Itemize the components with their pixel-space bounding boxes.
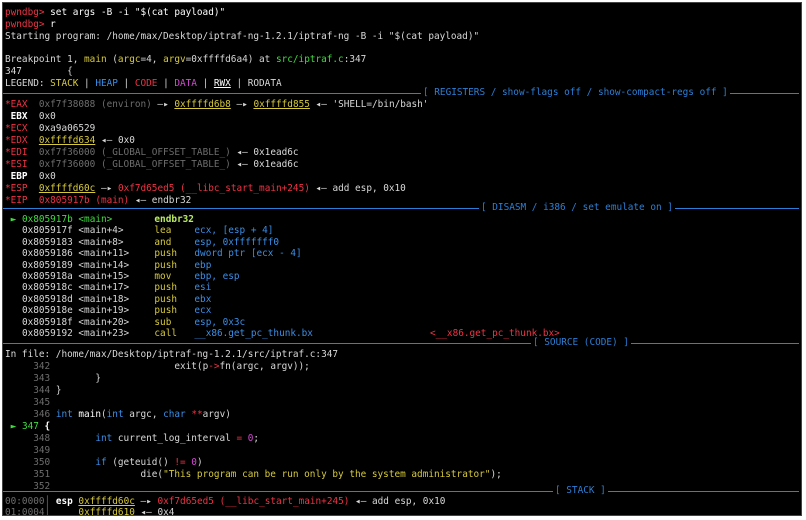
source-line-preview: 347 { (5, 66, 73, 77)
starting-program-line: Starting program: /home/max/Desktop/iptr… (5, 31, 480, 42)
registers-header: [ REGISTERS / show-flags off / show-comp… (3, 87, 799, 99)
disasm-gutter (5, 225, 22, 236)
disasm-row: ► 0x805917b <main> endbr32 (5, 214, 194, 226)
disasm-gutter (5, 248, 22, 259)
disasm-row: 0x805918d <main+18> push ebx (5, 294, 211, 306)
register-eax: *EAX 0xf7f38088 (environ) —▸ 0xffffd6b8 … (5, 99, 429, 110)
disasm-symbol: <main+11> (78, 248, 130, 260)
source-line-351: 351 die("This program can be run only by… (33, 469, 502, 480)
register-edx: *EDX 0xffffd634 ◂— 0x0 (5, 135, 135, 146)
disasm-symbol: <main+19> (78, 305, 130, 317)
disasm-address: 0x805917b (21, 214, 73, 225)
disasm-symbol: <main+14> (78, 259, 130, 271)
disasm-operands: esp, 0x3c (194, 316, 246, 328)
disasm-row: 0x805917f <main+4> lea ecx, [esp + 4] (5, 225, 274, 237)
disasm-mnemonic: sub (154, 316, 172, 328)
disasm-gutter (5, 294, 22, 305)
register-ebp: EBP 0x0 (5, 171, 56, 182)
disasm-row: 0x805918f <main+20> sub esp, 0x3c (5, 317, 245, 329)
register-esp: *ESP 0xffffd60c —▸ 0xf7d65ed5 (__libc_st… (5, 183, 406, 194)
source-line-346: 346 int main(int argc, char **argv) (33, 409, 231, 420)
disasm-operands: ecx (194, 305, 212, 317)
disasm-address: 0x805918a (21, 271, 73, 282)
disasm-mnemonic: push (154, 305, 177, 317)
source-file-path: In file: /home/max/Desktop/iptraf-ng-1.2… (5, 349, 339, 360)
disasm-mnemonic: push (154, 293, 177, 305)
gdb-prompt: pwndbg> (5, 7, 45, 18)
disasm-header: [ DISASM / i386 / set emulate on ] (3, 202, 799, 214)
disasm-operands: dword ptr [ecx - 4] (194, 248, 302, 260)
command-text: r (44, 19, 56, 30)
disasm-gutter (5, 305, 22, 316)
breakpoint-line: Breakpoint 1, main (argc=4, argv=0xffffd… (5, 54, 367, 65)
terminal-window[interactable]: pwndbg> set args -B -i "$(cat payload)" … (2, 2, 802, 516)
disasm-operands: ebx (194, 293, 212, 305)
disasm-mnemonic: endbr32 (154, 214, 194, 225)
command-line-1: pwndbg> set args -B -i "$(cat payload)" (5, 7, 225, 19)
register-edi: *EDI 0xf7f36000 (_GLOBAL_OFFSET_TABLE_) … (5, 147, 299, 158)
register-esi: *ESI 0xf7f36000 (_GLOBAL_OFFSET_TABLE_) … (5, 159, 299, 170)
disasm-gutter (5, 237, 22, 248)
disasm-address: 0x805918e (21, 305, 73, 317)
source-line-345: 345 (33, 397, 51, 408)
disasm-address: 0x805918d (21, 293, 73, 305)
disasm-symbol: <main+15> (78, 271, 130, 282)
command-text: set args -B -i "$(cat payload)" (44, 7, 226, 18)
breakpoint-function: main (84, 54, 107, 65)
disasm-mnemonic: mov (154, 271, 172, 282)
source-header: [ SOURCE (CODE) ] (3, 337, 799, 349)
disasm-operands: ecx, [esp + 4] (194, 225, 274, 237)
breakpoint-file: src/iptraf.c (275, 54, 344, 65)
disasm-address: 0x8059189 (21, 259, 73, 271)
disasm-mnemonic: push (154, 248, 177, 260)
disasm-row: 0x8059189 <main+14> push ebp (5, 260, 211, 272)
disasm-address: 0x805918c (21, 282, 73, 294)
register-ecx: *ECX 0xa9a06529 (5, 123, 96, 134)
disasm-address: 0x8059186 (21, 248, 73, 260)
disasm-mnemonic: push (154, 282, 177, 294)
disasm-operands: esp, 0xfffffff0 (194, 236, 280, 248)
current-instruction-marker-icon: ► (5, 214, 22, 225)
command-line-2: pwndbg> r (5, 19, 56, 31)
disasm-row: 0x805918a <main+15> mov ebp, esp (5, 271, 240, 283)
disasm-operands: ebp (194, 259, 212, 271)
source-line-348: 348 int current_log_interval = 0; (33, 433, 260, 444)
source-line-344: 344 } (33, 385, 62, 396)
disasm-address: 0x805918f (21, 316, 73, 328)
disasm-symbol: <main+17> (78, 282, 130, 294)
disasm-operands: ebp, esp (194, 271, 240, 282)
disasm-operands: esi (194, 282, 212, 294)
disasm-mnemonic: push (154, 259, 177, 271)
disasm-row: 0x8059183 <main+8> and esp, 0xfffffff0 (5, 237, 279, 249)
source-line-343: 343 } (33, 373, 101, 384)
disasm-symbol: <main+4> (78, 225, 124, 237)
gdb-prompt: pwndbg> (5, 19, 45, 30)
source-line-350: 350 if (geteuid() != 0) (33, 457, 203, 468)
disasm-symbol: <main+20> (78, 316, 130, 328)
disasm-gutter (5, 317, 22, 328)
disasm-symbol: <main> (78, 214, 113, 225)
current-line-marker-icon: ► (10, 421, 17, 432)
disasm-address: 0x8059183 (21, 236, 73, 248)
disasm-mnemonic: and (154, 236, 172, 248)
disasm-gutter (5, 271, 22, 282)
disasm-mnemonic: lea (154, 225, 172, 237)
disasm-row: 0x805918c <main+17> push esi (5, 282, 211, 294)
disasm-row: 0x8059186 <main+11> push dword ptr [ecx - … (5, 248, 302, 260)
disasm-symbol: <main+18> (78, 293, 130, 305)
disasm-symbol: <main+8> (78, 236, 124, 248)
source-line-349: 349 (33, 445, 51, 456)
disasm-address: 0x805917f (21, 225, 73, 237)
source-line-342: 342 exit(p->fn(argc, argv)); (33, 361, 310, 372)
disasm-gutter (5, 282, 22, 293)
register-ebx: EBX 0x0 (5, 111, 56, 122)
disasm-row: 0x805918e <main+19> push ecx (5, 305, 211, 317)
stack-row-1: 01:0004│ 0xffffd610 ◂— 0x4 (5, 507, 175, 516)
disasm-gutter (5, 260, 22, 271)
source-line-347-current: ► 347 { (10, 421, 51, 432)
